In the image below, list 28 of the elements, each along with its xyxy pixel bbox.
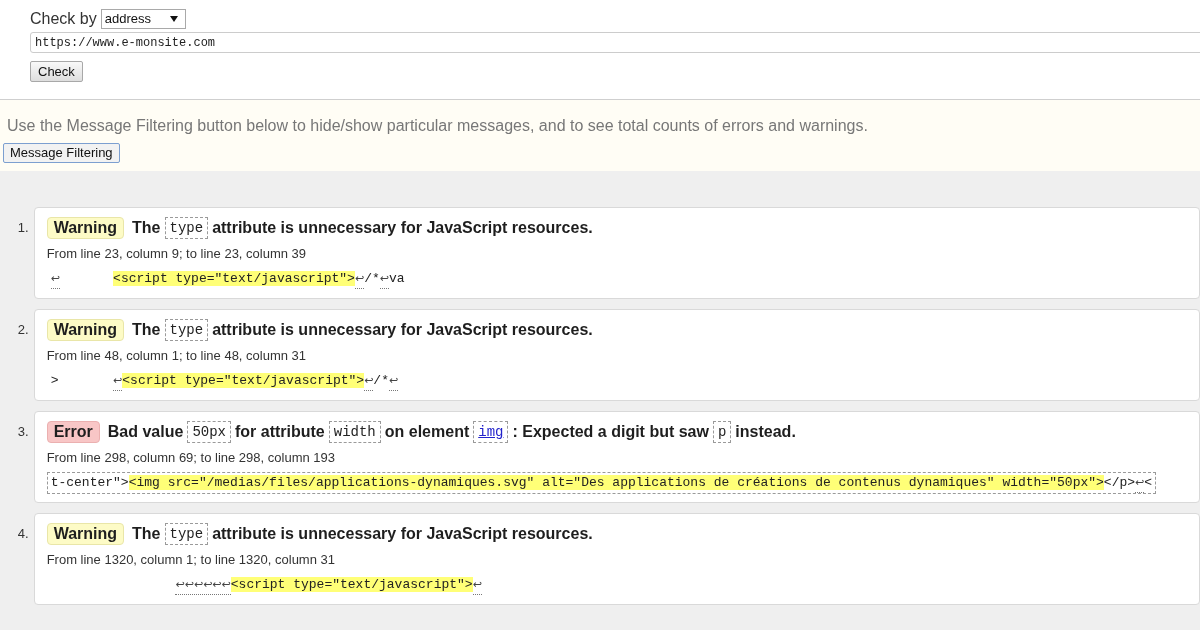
message-number: 2. bbox=[16, 321, 30, 339]
message-text: The type attribute is unnecessary for JavaScript resources. bbox=[132, 319, 593, 341]
location-text: From line 23, column 9; to line 23, column 39 bbox=[46, 246, 307, 262]
filtering-notice: Use the Message Filtering button below to hide/show particular messages, and to see total counts of errors and warnings. bbox=[7, 116, 868, 136]
location-text: From line 298, column 69; to line 298, column 193 bbox=[46, 450, 335, 466]
message-filtering-button[interactable]: Message Filtering bbox=[3, 143, 120, 163]
location-text: From line 48, column 1; to line 48, column 31 bbox=[46, 348, 307, 364]
check-by-label: Check by bbox=[30, 9, 97, 29]
warning-badge: Warning bbox=[46, 217, 125, 239]
element-link[interactable]: img bbox=[473, 421, 509, 443]
message-number: 4. bbox=[16, 525, 30, 543]
code-extract: > ↩<script type="text/javascript">↩/*↩ bbox=[46, 370, 403, 392]
check-by-select[interactable]: address bbox=[100, 9, 186, 29]
code-extract: ↩ <script type="text/javascript">↩/*↩va bbox=[46, 268, 409, 290]
message-text: The type attribute is unnecessary for JavaScript resources. bbox=[132, 217, 593, 239]
warning-badge: Warning bbox=[46, 523, 125, 545]
message-number: 1. bbox=[16, 219, 30, 237]
caret-icon bbox=[169, 16, 178, 22]
message-text: The type attribute is unnecessary for JavaScript resources. bbox=[132, 523, 593, 545]
error-badge: Error bbox=[46, 421, 100, 443]
check-button[interactable]: Check bbox=[30, 61, 83, 82]
message-text: Bad value 50px for attribute width on element img : Expected a digit but saw p instead. bbox=[107, 421, 796, 443]
message-number: 3. bbox=[16, 423, 30, 441]
code-extract: t-center"><img src="/medias/files/applications-dynamiques.svg" alt="Des applications de créations de contenus dynamiques" width="50px"></p>↩< bbox=[46, 472, 1157, 494]
location-text: From line 1320, column 1; to line 1320, column 31 bbox=[46, 552, 335, 568]
url-input-field[interactable]: https://www.e-monsite.com bbox=[30, 32, 1200, 53]
code-extract: ↩↩↩↩↩↩<script type="text/javascript">↩ bbox=[46, 574, 486, 596]
warning-badge: Warning bbox=[46, 319, 125, 341]
